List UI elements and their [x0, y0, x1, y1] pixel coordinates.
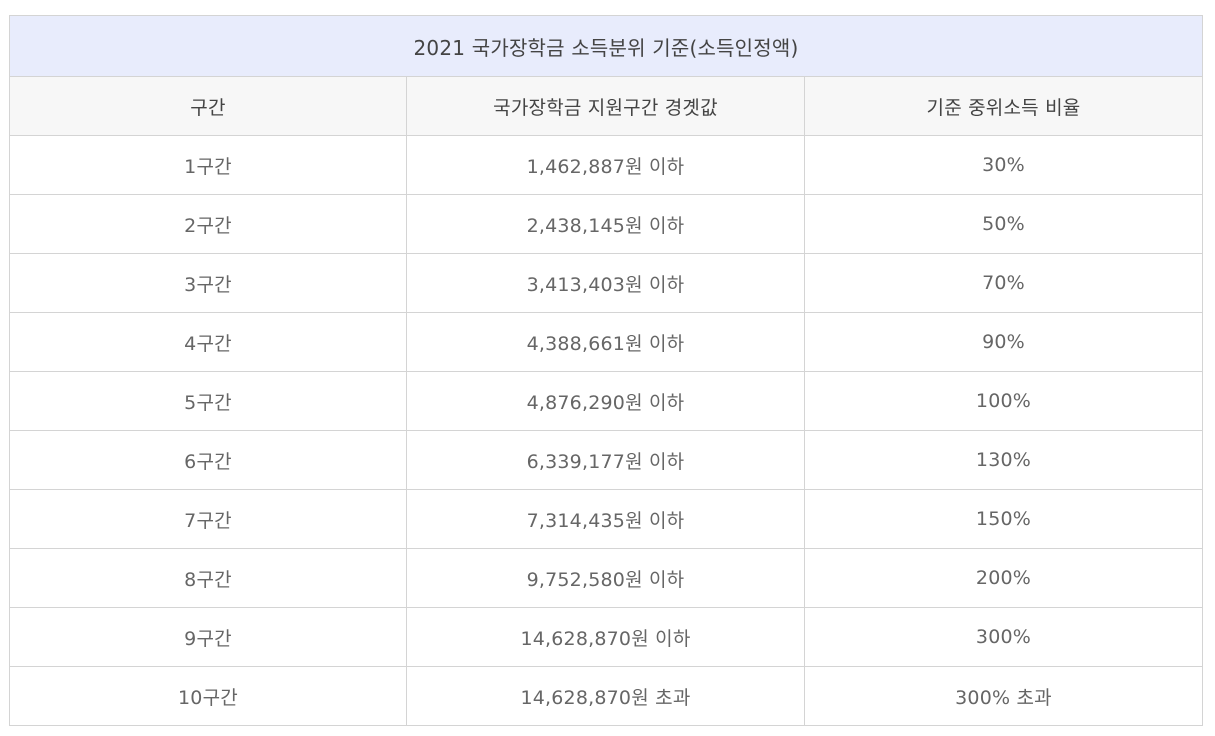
table-row: 9구간 14,628,870원 이하 300%: [9, 607, 1204, 667]
table-row: 3구간 3,413,403원 이하 70%: [9, 253, 1204, 313]
threshold-cell: 3,413,403원 이하: [405, 253, 805, 313]
table-body: 1구간 1,462,887원 이하 30% 2구간 2,438,145원 이하 …: [9, 135, 1204, 726]
bracket-cell: 8구간: [9, 548, 407, 608]
table-header-row: 구간 국가장학금 지원구간 경곗값 기준 중위소득 비율: [9, 76, 1204, 136]
threshold-cell: 14,628,870원 이하: [405, 607, 805, 667]
ratio-cell: 300%: [803, 607, 1204, 667]
ratio-cell: 70%: [803, 253, 1204, 313]
bracket-cell: 1구간: [9, 135, 407, 195]
table-title: 2021 국가장학금 소득분위 기준(소득인정액): [9, 15, 1203, 77]
ratio-cell: 30%: [803, 135, 1204, 195]
bracket-cell: 5구간: [9, 371, 407, 431]
table-row: 10구간 14,628,870원 초과 300% 초과: [9, 666, 1204, 726]
ratio-cell: 90%: [803, 312, 1204, 372]
ratio-cell: 200%: [803, 548, 1204, 608]
table-row: 7구간 7,314,435원 이하 150%: [9, 489, 1204, 549]
income-bracket-table: 2021 국가장학금 소득분위 기준(소득인정액) 구간 국가장학금 지원구간 …: [9, 15, 1204, 726]
column-header-median-ratio: 기준 중위소득 비율: [803, 76, 1204, 136]
ratio-cell: 300% 초과: [803, 666, 1204, 726]
table-row: 6구간 6,339,177원 이하 130%: [9, 430, 1204, 490]
threshold-cell: 4,388,661원 이하: [405, 312, 805, 372]
ratio-cell: 100%: [803, 371, 1204, 431]
threshold-cell: 14,628,870원 초과: [405, 666, 805, 726]
table-row: 1구간 1,462,887원 이하 30%: [9, 135, 1204, 195]
table-row: 4구간 4,388,661원 이하 90%: [9, 312, 1204, 372]
table-row: 8구간 9,752,580원 이하 200%: [9, 548, 1204, 608]
ratio-cell: 50%: [803, 194, 1204, 254]
bracket-cell: 3구간: [9, 253, 407, 313]
table-title-row: 2021 국가장학금 소득분위 기준(소득인정액): [9, 15, 1203, 77]
bracket-cell: 4구간: [9, 312, 407, 372]
bracket-cell: 2구간: [9, 194, 407, 254]
ratio-cell: 130%: [803, 430, 1204, 490]
column-header-bracket: 구간: [9, 76, 407, 136]
table-row: 2구간 2,438,145원 이하 50%: [9, 194, 1204, 254]
bracket-cell: 7구간: [9, 489, 407, 549]
threshold-cell: 1,462,887원 이하: [405, 135, 805, 195]
threshold-cell: 2,438,145원 이하: [405, 194, 805, 254]
income-bracket-table-container: 2021 국가장학금 소득분위 기준(소득인정액) 구간 국가장학금 지원구간 …: [9, 15, 1204, 726]
column-header-threshold: 국가장학금 지원구간 경곗값: [405, 76, 805, 136]
bracket-cell: 10구간: [9, 666, 407, 726]
threshold-cell: 4,876,290원 이하: [405, 371, 805, 431]
bracket-cell: 9구간: [9, 607, 407, 667]
threshold-cell: 9,752,580원 이하: [405, 548, 805, 608]
threshold-cell: 6,339,177원 이하: [405, 430, 805, 490]
bracket-cell: 6구간: [9, 430, 407, 490]
threshold-cell: 7,314,435원 이하: [405, 489, 805, 549]
ratio-cell: 150%: [803, 489, 1204, 549]
table-row: 5구간 4,876,290원 이하 100%: [9, 371, 1204, 431]
